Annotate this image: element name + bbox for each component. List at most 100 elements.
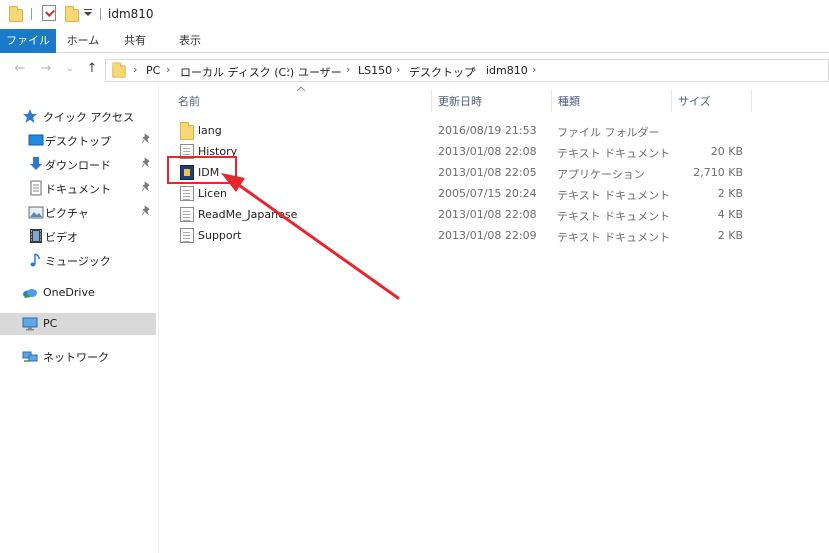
file-size: 2 KB: [717, 229, 743, 242]
nav-item-label: ネットワーク: [43, 351, 109, 364]
file-name: Support: [198, 229, 242, 242]
nav-music[interactable]: ミュージック: [0, 249, 156, 271]
column-header-size[interactable]: サイズ: [678, 93, 711, 109]
file-row-support[interactable]: Support 2013/01/08 22:09 テキスト ドキュメント 2 K…: [175, 225, 750, 246]
annotation-highlight-box: [167, 156, 237, 184]
file-date: 2013/01/08 22:05: [438, 166, 537, 179]
tab-home[interactable]: ホーム: [61, 29, 105, 53]
nav-quick-access[interactable]: クイック アクセス: [0, 105, 156, 127]
music-icon: [30, 253, 40, 267]
breadcrumb-separator[interactable]: ›: [532, 63, 536, 76]
text-file-icon: [180, 186, 194, 201]
folder-icon: [9, 6, 23, 22]
video-icon: [30, 229, 42, 243]
up-button[interactable]: ↑: [84, 61, 100, 77]
nav-item-label: ドキュメント: [45, 183, 111, 196]
breadcrumb-local-disk[interactable]: ローカル ディスク (C:): [180, 64, 294, 80]
tab-view[interactable]: 表示: [168, 29, 212, 53]
navigation-pane: クイック アクセス デスクトップ ダウンロード ドキュメント ピクチャ ビデオ: [0, 84, 158, 553]
pin-icon[interactable]: [142, 206, 151, 216]
tab-share[interactable]: 共有: [113, 29, 157, 53]
properties-icon[interactable]: [42, 5, 56, 21]
file-type: ファイル フォルダー: [557, 126, 660, 139]
file-list: 名前 更新日時 種類 サイズ lang 2016/08/19 21:53 ファイ…: [159, 84, 829, 553]
file-name: lang: [198, 124, 222, 137]
file-row-license[interactable]: Licen 2005/07/15 20:24 テキスト ドキュメント 2 KB: [175, 183, 750, 204]
forward-button[interactable]: →: [38, 61, 54, 77]
nav-pictures[interactable]: ピクチャ: [0, 201, 156, 223]
file-size: 4 KB: [717, 208, 743, 221]
sort-ascending-icon: [297, 86, 305, 91]
file-name: ReadMe_Japanese: [198, 208, 298, 221]
file-type: テキスト ドキュメント: [557, 231, 671, 244]
breadcrumb-separator[interactable]: ›: [472, 63, 476, 76]
pictures-icon: [28, 206, 44, 219]
network-icon: [22, 351, 38, 362]
breadcrumb-separator[interactable]: ›: [396, 63, 400, 76]
column-header-date[interactable]: 更新日時: [438, 93, 482, 109]
file-type: アプリケーション: [557, 168, 645, 181]
column-divider[interactable]: [671, 90, 672, 112]
file-explorer-window: idm810 ファイル ホーム 共有 表示 ← → ⌄ ↑ › PC › ローカ…: [0, 0, 829, 553]
text-file-icon: [180, 228, 194, 243]
nav-item-label: ピクチャ: [45, 207, 89, 220]
new-folder-icon[interactable]: [65, 6, 79, 22]
file-type: テキスト ドキュメント: [557, 147, 671, 160]
nav-item-label: ダウンロード: [45, 159, 111, 172]
nav-item-label: デスクトップ: [45, 135, 111, 148]
column-divider[interactable]: [551, 90, 552, 112]
file-row-history[interactable]: History 2013/01/08 22:08 テキスト ドキュメント 20 …: [175, 141, 750, 162]
divider: [100, 8, 101, 20]
column-header-name[interactable]: 名前: [178, 93, 200, 109]
breadcrumb-separator[interactable]: ›: [166, 63, 170, 76]
column-header-type[interactable]: 種類: [558, 93, 580, 109]
nav-documents[interactable]: ドキュメント: [0, 177, 156, 199]
breadcrumb-ls150[interactable]: LS150: [358, 64, 392, 77]
file-row-lang[interactable]: lang 2016/08/19 21:53 ファイル フォルダー: [175, 120, 750, 141]
nav-desktop[interactable]: デスクトップ: [0, 129, 156, 151]
file-type: テキスト ドキュメント: [557, 189, 671, 202]
nav-item-label: クイック アクセス: [43, 111, 134, 124]
breadcrumb-desktop[interactable]: デスクトップ: [409, 64, 475, 80]
breadcrumb-users[interactable]: ユーザー: [298, 64, 342, 80]
file-date: 2013/01/08 22:08: [438, 145, 537, 158]
desktop-icon: [28, 134, 44, 146]
title-bar: idm810: [0, 0, 829, 29]
breadcrumb-separator[interactable]: ›: [286, 63, 290, 76]
recent-locations-button[interactable]: ⌄: [62, 61, 78, 77]
folder-icon: [180, 122, 194, 140]
file-size: 2 KB: [717, 187, 743, 200]
pin-icon[interactable]: [142, 158, 151, 168]
pin-icon[interactable]: [142, 182, 151, 192]
file-row-idm[interactable]: IDM 2013/01/08 22:05 アプリケーション 2,710 KB: [175, 162, 750, 183]
ribbon-tabs: ファイル ホーム 共有 表示: [0, 29, 829, 53]
file-date: 2013/01/08 22:09: [438, 229, 537, 242]
nav-pc[interactable]: PC: [0, 313, 156, 335]
folder-icon: [112, 62, 126, 78]
tab-file[interactable]: ファイル: [0, 29, 56, 53]
star-icon: [23, 109, 37, 123]
document-icon: [30, 180, 42, 196]
nav-network[interactable]: ネットワーク: [0, 345, 156, 367]
download-icon: [30, 157, 42, 170]
nav-videos[interactable]: ビデオ: [0, 225, 156, 247]
nav-item-label: ビデオ: [45, 231, 78, 244]
address-bar[interactable]: › PC › ローカル ディスク (C:) › ユーザー › LS150 › デ…: [105, 59, 829, 82]
file-name: Licen: [198, 187, 227, 200]
column-divider[interactable]: [431, 90, 432, 112]
file-type: テキスト ドキュメント: [557, 210, 671, 223]
breadcrumb-separator[interactable]: ›: [346, 63, 350, 76]
nav-downloads[interactable]: ダウンロード: [0, 153, 156, 175]
divider: [31, 8, 32, 20]
back-button[interactable]: ←: [12, 61, 28, 77]
nav-onedrive[interactable]: OneDrive: [0, 282, 156, 304]
breadcrumb-separator[interactable]: ›: [133, 63, 137, 76]
file-row-readme[interactable]: ReadMe_Japanese 2013/01/08 22:08 テキスト ドキ…: [175, 204, 750, 225]
breadcrumb-idm810[interactable]: idm810: [486, 64, 528, 77]
column-divider[interactable]: [751, 90, 752, 112]
address-row: ← → ⌄ ↑ › PC › ローカル ディスク (C:) › ユーザー › L…: [0, 56, 829, 84]
breadcrumb-pc[interactable]: PC: [146, 64, 160, 77]
pin-icon[interactable]: [142, 134, 151, 144]
file-date: 2013/01/08 22:08: [438, 208, 537, 221]
customize-quick-access-icon[interactable]: [84, 9, 92, 17]
